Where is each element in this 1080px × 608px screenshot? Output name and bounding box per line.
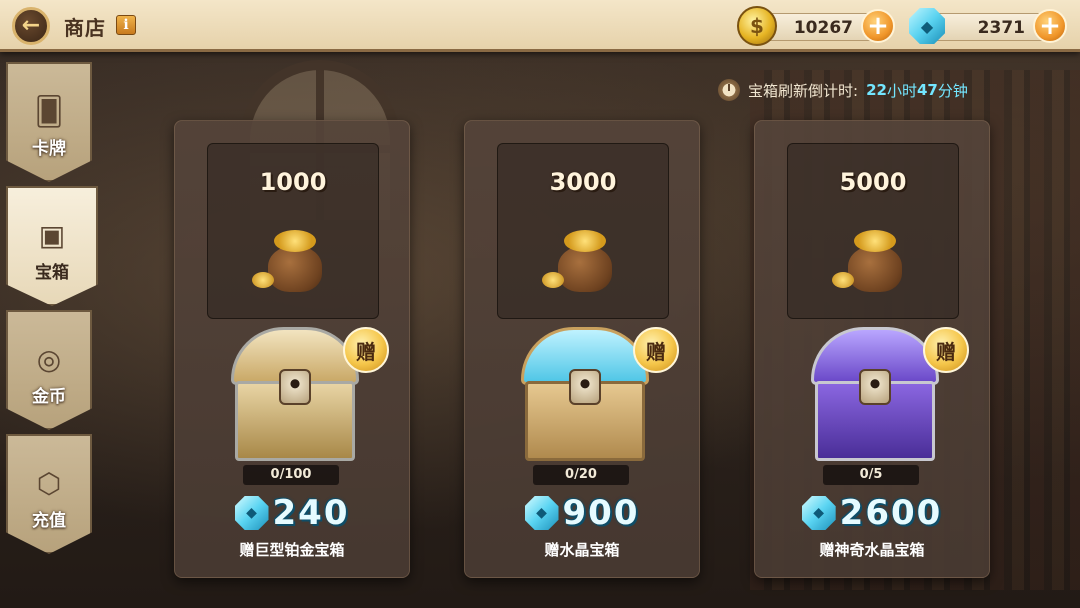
price-value: 2600 <box>839 493 943 533</box>
gem-value: 2371 <box>977 18 1025 38</box>
gold-reward-box: 1000 <box>207 143 379 319</box>
gift-badge: 赠 <box>343 327 389 373</box>
countdown-hours: 22 <box>866 81 887 99</box>
mystic-crystal-chest-icon <box>807 321 943 467</box>
gift-badge: 赠 <box>633 327 679 373</box>
price-button[interactable]: ◆ 2600 <box>755 491 989 535</box>
diamond-gem-icon: ◆ <box>234 496 269 530</box>
offer-description: 赠神奇水晶宝箱 <box>819 541 925 559</box>
countdown-minutes: 47 <box>916 81 938 99</box>
gold-reward-box: 5000 <box>787 143 959 319</box>
price-value: 240 <box>272 493 350 533</box>
offer-description: 赠水晶宝箱 <box>544 541 620 559</box>
sidebar-tab-label: 金币 <box>32 387 66 407</box>
crystal-chest-icon <box>517 321 653 467</box>
add-gold-button[interactable]: + <box>861 9 895 43</box>
offer-card-mystic[interactable]: 5000 赠 0/5 ◆ 2600 赠神奇水晶宝箱 <box>754 120 990 578</box>
purchase-limit: 0/20 <box>533 465 629 485</box>
countdown-label: 宝箱刷新倒计时: <box>748 81 859 100</box>
purchase-limit: 0/5 <box>823 465 919 485</box>
gold-amount: 1000 <box>259 168 327 196</box>
countdown-minutes-unit: 分钟 <box>937 81 968 100</box>
gold-reward-box: 3000 <box>497 143 669 319</box>
offer-card-platinum[interactable]: 1000 赠 0/100 ◆ 240 赠巨型铂金宝箱 <box>174 120 410 578</box>
price-value: 900 <box>562 493 640 533</box>
diamond-gem-icon: ◆ <box>524 496 559 530</box>
gold-balance: $ 10267 + <box>737 6 895 46</box>
sidebar-tab-label: 宝箱 <box>35 263 69 283</box>
stopwatch-icon <box>718 79 740 101</box>
gold-value: 10267 <box>793 18 853 38</box>
diamond-gem-icon: ◆ <box>801 496 836 530</box>
gold-bag-icon <box>830 224 920 300</box>
gold-coin-icon: $ <box>737 6 777 46</box>
price-button[interactable]: ◆ 240 <box>175 491 409 535</box>
gift-badge: 赠 <box>923 327 969 373</box>
sidebar-tab-chests[interactable]: ▣ 宝箱 <box>6 186 98 306</box>
offer-card-crystal[interactable]: 3000 赠 0/20 ◆ 900 赠水晶宝箱 <box>464 120 700 578</box>
countdown-hours-unit: 小时 <box>886 81 917 100</box>
sidebar-tab-label: 充值 <box>32 511 66 531</box>
sidebar-tab-cards[interactable]: 🂠 卡牌 <box>6 62 92 182</box>
gem-balance: ◆ 2371 + <box>909 8 1067 44</box>
sidebar-tab-recharge[interactable]: ⬡ 充值 <box>6 434 92 554</box>
info-icon[interactable]: i <box>116 15 136 35</box>
sidebar-tab-coins[interactable]: ◎ 金币 <box>6 310 92 430</box>
arrow-left-icon: ← <box>21 13 41 38</box>
coin-icon: ◎ <box>36 342 62 376</box>
offer-description: 赠巨型铂金宝箱 <box>239 541 345 559</box>
purchase-limit: 0/100 <box>243 465 339 485</box>
top-bar: ← 商店 i $ 10267 + ◆ 2371 + <box>0 0 1080 52</box>
cards-icon: 🂠 <box>34 94 64 128</box>
chest-refresh-countdown: 宝箱刷新倒计时: 22 小时 47 分钟 <box>718 78 968 102</box>
gold-amount: 3000 <box>549 168 617 196</box>
gold-bag-icon <box>250 224 340 300</box>
back-button[interactable]: ← <box>12 7 50 45</box>
sidebar-tab-label: 卡牌 <box>32 139 66 159</box>
platinum-chest-icon <box>227 321 363 467</box>
diamond-gem-icon: ◆ <box>909 8 945 44</box>
gold-bag-icon <box>540 224 630 300</box>
price-button[interactable]: ◆ 900 <box>465 491 699 535</box>
page-title: 商店 <box>64 16 106 40</box>
shop-category-sidebar: 🂠 卡牌 ▣ 宝箱 ◎ 金币 ⬡ 充值 <box>6 62 98 572</box>
gold-amount: 5000 <box>839 168 907 196</box>
chest-icon: ▣ <box>38 218 66 252</box>
add-gems-button[interactable]: + <box>1033 9 1067 43</box>
recharge-gem-icon: ⬡ <box>36 466 62 500</box>
